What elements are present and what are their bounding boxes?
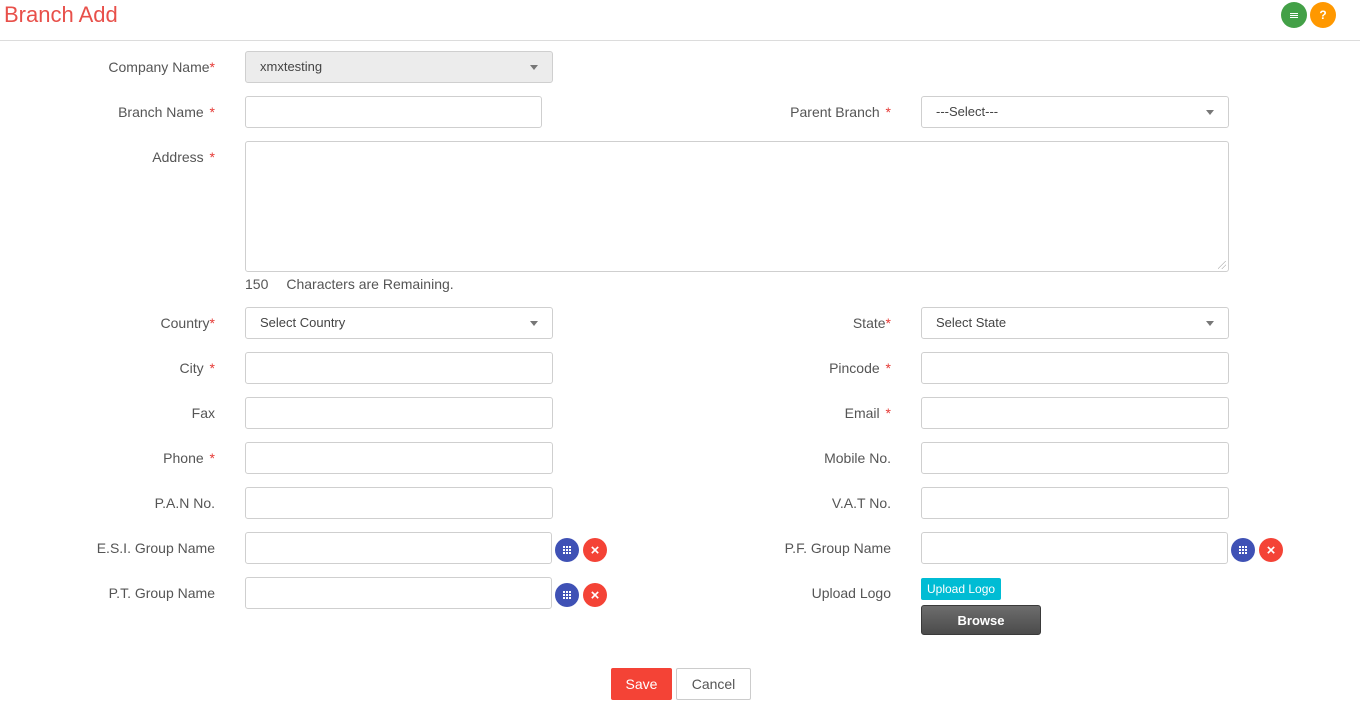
characters-remaining: 150 Characters are Remaining. (245, 276, 454, 292)
fax-input[interactable] (245, 397, 553, 429)
branch-name-input[interactable] (245, 96, 542, 128)
pt-group-clear-button[interactable]: × (583, 583, 607, 607)
phone-input[interactable] (245, 442, 553, 474)
parent-branch-label: Parent Branch * (790, 104, 891, 120)
help-button[interactable]: ? (1310, 2, 1336, 28)
browse-button[interactable]: Browse (921, 605, 1041, 635)
branch-name-label: Branch Name * (118, 104, 215, 120)
esi-group-lookup-button[interactable] (555, 538, 579, 562)
vat-no-input[interactable] (921, 487, 1229, 519)
esi-group-name-label: E.S.I. Group Name (96, 540, 215, 556)
upload-logo-label: Upload Logo (811, 585, 891, 601)
chevron-down-icon (1206, 321, 1214, 326)
vat-no-label: V.A.T No. (831, 495, 891, 511)
save-button[interactable]: Save (611, 668, 672, 700)
phone-label: Phone * (163, 450, 215, 466)
page-title: Branch Add (4, 2, 118, 27)
pf-group-name-label: P.F. Group Name (784, 540, 891, 556)
fax-label: Fax (191, 405, 215, 421)
pt-group-lookup-button[interactable] (555, 583, 579, 607)
city-input[interactable] (245, 352, 553, 384)
mobile-no-input[interactable] (921, 442, 1229, 474)
upload-logo-button[interactable]: Upload Logo (921, 578, 1002, 600)
address-label: Address * (152, 149, 215, 165)
email-label: Email * (844, 405, 891, 421)
pt-group-name-label: P.T. Group Name (108, 585, 215, 601)
page-header: Branch Add ? (0, 0, 1360, 41)
grid-icon (1238, 546, 1248, 554)
company-name-select[interactable]: xmxtesting (245, 51, 553, 83)
country-label: Country* (160, 315, 215, 331)
pincode-label: Pincode * (829, 360, 891, 376)
pf-group-name-input[interactable] (921, 532, 1228, 564)
company-name-label: Company Name* (108, 59, 215, 75)
esi-group-name-input[interactable] (245, 532, 552, 564)
city-label: City * (179, 360, 215, 376)
list-view-button[interactable] (1281, 2, 1307, 28)
state-label: State* (852, 315, 891, 331)
address-textarea[interactable] (245, 141, 1229, 272)
esi-group-clear-button[interactable]: × (583, 538, 607, 562)
email-input[interactable] (921, 397, 1229, 429)
state-select[interactable]: Select State (921, 307, 1229, 339)
resize-grip-icon[interactable] (1218, 261, 1226, 269)
pincode-input[interactable] (921, 352, 1229, 384)
pan-no-input[interactable] (245, 487, 553, 519)
list-icon (1290, 12, 1298, 18)
mobile-no-label: Mobile No. (824, 450, 891, 466)
pf-group-clear-button[interactable]: × (1259, 538, 1283, 562)
chevron-down-icon (530, 65, 538, 70)
grid-icon (562, 546, 572, 554)
pan-no-label: P.A.N No. (154, 495, 215, 511)
parent-branch-select[interactable]: ---Select--- (921, 96, 1229, 128)
pt-group-name-input[interactable] (245, 577, 552, 609)
cancel-button[interactable]: Cancel (676, 668, 751, 700)
chevron-down-icon (1206, 110, 1214, 115)
pf-group-lookup-button[interactable] (1231, 538, 1255, 562)
chevron-down-icon (530, 321, 538, 326)
country-select[interactable]: Select Country (245, 307, 553, 339)
grid-icon (562, 591, 572, 599)
